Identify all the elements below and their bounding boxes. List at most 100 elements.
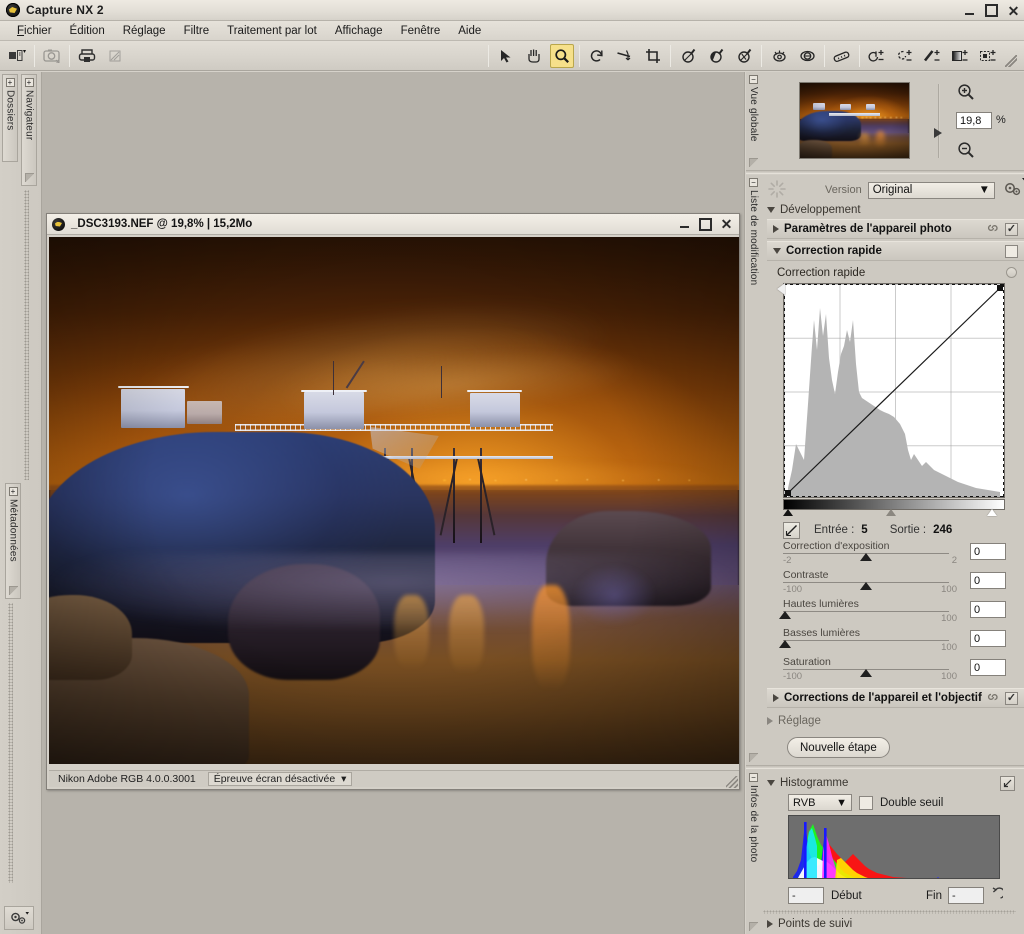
soft-proof-dropdown[interactable]: Épreuve écran désactivée ▾ bbox=[207, 772, 353, 786]
chain-link-icon[interactable] bbox=[986, 691, 1000, 706]
step-camera-lens-corrections-checkbox[interactable]: ✓ bbox=[1005, 691, 1018, 705]
edit-list-tab-column[interactable]: − Liste de modification bbox=[746, 175, 761, 765]
menu-fenetre[interactable]: Fenêtre bbox=[392, 23, 450, 39]
triangle-right-icon[interactable] bbox=[773, 225, 779, 233]
selection-pencil-icon[interactable] bbox=[921, 44, 945, 68]
development-group-header[interactable]: Développement bbox=[763, 201, 1024, 218]
step-quick-fix-checkbox[interactable] bbox=[1005, 244, 1018, 258]
expand-box-icon[interactable]: + bbox=[5, 78, 15, 87]
slider-saturation-thumb[interactable] bbox=[860, 669, 872, 677]
histogram-end-input[interactable]: - bbox=[948, 887, 984, 904]
slider-saturation-value[interactable]: 0 bbox=[970, 659, 1006, 676]
histogram-header[interactable]: Histogramme bbox=[767, 774, 1020, 792]
collapse-box-icon[interactable]: − bbox=[749, 773, 758, 782]
sidebar-tab-metadonnees[interactable]: + Métadonnées bbox=[5, 483, 21, 599]
color-control-point-icon[interactable] bbox=[732, 44, 756, 68]
resize-grip-icon[interactable] bbox=[749, 158, 758, 167]
black-point-marker[interactable] bbox=[783, 509, 793, 516]
zoom-slider-thumb[interactable] bbox=[934, 128, 942, 138]
watch-points-header[interactable]: Points de suivi bbox=[763, 915, 1016, 932]
undo-arrow-icon[interactable] bbox=[989, 887, 1006, 904]
curve-diagonal-icon[interactable] bbox=[783, 521, 800, 539]
zoom-value-input[interactable]: 19,8 bbox=[956, 112, 992, 129]
expand-box-icon[interactable]: + bbox=[24, 78, 34, 87]
camera-transfer-icon[interactable] bbox=[40, 44, 64, 68]
step-camera-lens-corrections[interactable]: Corrections de l'appareil et l'objectif … bbox=[767, 688, 1024, 708]
step-quick-fix[interactable]: Correction rapide bbox=[767, 241, 1024, 261]
slider-highlights-value[interactable]: 0 bbox=[970, 601, 1006, 618]
red-eye-icon[interactable] bbox=[767, 44, 791, 68]
direct-select-arrow-icon[interactable] bbox=[494, 44, 518, 68]
minimize-icon[interactable] bbox=[963, 4, 976, 17]
menu-fichier[interactable]: FFichier bbox=[8, 23, 61, 39]
measure-ruler-icon[interactable] bbox=[830, 44, 854, 68]
open-image-browser-icon[interactable] bbox=[5, 44, 29, 68]
pane-splitter[interactable] bbox=[746, 170, 1024, 174]
close-icon[interactable]: ✕ bbox=[720, 217, 733, 231]
version-dropdown[interactable]: Original ▼ bbox=[867, 181, 995, 199]
triangle-down-icon[interactable] bbox=[773, 248, 781, 254]
straighten-icon[interactable] bbox=[613, 44, 637, 68]
step-camera-settings[interactable]: Paramètres de l'appareil photo ✓ bbox=[767, 219, 1024, 239]
slider-shadows-thumb[interactable] bbox=[779, 640, 791, 648]
toolbar-overflow-icon[interactable] bbox=[1005, 54, 1017, 67]
maximize-icon[interactable] bbox=[985, 4, 998, 17]
white-balance-eyedropper-icon[interactable] bbox=[676, 44, 700, 68]
slider-highlights-track[interactable] bbox=[783, 611, 949, 612]
resize-grip-icon[interactable] bbox=[8, 586, 18, 595]
slider-contrast-thumb[interactable] bbox=[860, 582, 872, 590]
chain-link-icon[interactable] bbox=[986, 222, 1000, 237]
zoom-in-button[interactable] bbox=[956, 82, 976, 102]
triangle-right-icon[interactable] bbox=[767, 919, 773, 928]
slider-exposure-thumb[interactable] bbox=[860, 553, 872, 561]
image-canvas-area[interactable]: _DSC3193.NEF @ 19,8% | 15,2Mo ✕ Nikon Ad… bbox=[42, 72, 745, 934]
hand-pan-icon[interactable] bbox=[522, 44, 546, 68]
edit-list-settings-button[interactable] bbox=[1002, 177, 1024, 201]
overview-tab-column[interactable]: − Vue globale bbox=[746, 72, 761, 170]
left-dock-settings-button[interactable] bbox=[4, 906, 34, 930]
resize-grip-icon[interactable] bbox=[749, 753, 758, 762]
black-control-point-icon[interactable] bbox=[704, 44, 728, 68]
minimize-icon[interactable] bbox=[678, 218, 691, 231]
slider-shadows-track[interactable] bbox=[783, 640, 949, 641]
menu-edition[interactable]: Édition bbox=[61, 23, 114, 39]
menu-aide[interactable]: Aide bbox=[449, 23, 490, 39]
resize-grip-icon[interactable] bbox=[749, 922, 758, 931]
print-options-icon[interactable] bbox=[103, 44, 127, 68]
triangle-right-icon[interactable] bbox=[773, 694, 779, 702]
histogram-channel-dropdown[interactable]: RVB ▼ bbox=[788, 794, 852, 811]
zoom-slider[interactable] bbox=[938, 84, 940, 158]
crop-icon[interactable] bbox=[641, 44, 665, 68]
document-title-bar[interactable]: _DSC3193.NEF @ 19,8% | 15,2Mo ✕ bbox=[47, 214, 739, 235]
expand-arrow-icon[interactable] bbox=[1000, 775, 1015, 791]
adjustment-group-header[interactable]: Réglage bbox=[763, 712, 1024, 729]
slider-shadows-value[interactable]: 0 bbox=[970, 630, 1006, 647]
slider-exposure-value[interactable]: 0 bbox=[970, 543, 1006, 560]
overview-thumbnail[interactable] bbox=[799, 82, 910, 159]
menu-filtre[interactable]: Filtre bbox=[175, 23, 219, 39]
resize-grip-icon[interactable] bbox=[726, 776, 738, 788]
sidebar-tab-dossiers[interactable]: + Dossiers bbox=[2, 74, 18, 162]
double-threshold-checkbox[interactable] bbox=[859, 795, 873, 810]
auto-retouch-brush-icon[interactable] bbox=[795, 44, 819, 68]
menu-reglage[interactable]: Réglage bbox=[114, 23, 175, 39]
print-icon[interactable] bbox=[75, 44, 99, 68]
photo-info-tab-column[interactable]: − Infos de la photo bbox=[746, 770, 761, 934]
selection-brush-icon[interactable] bbox=[865, 44, 889, 68]
rgb-histogram-chart[interactable] bbox=[788, 815, 1000, 879]
maximize-icon[interactable] bbox=[699, 218, 712, 231]
menu-affichage[interactable]: Affichage bbox=[326, 23, 392, 39]
tone-curve-chart[interactable] bbox=[777, 283, 1005, 498]
lasso-selection-icon[interactable] bbox=[893, 44, 917, 68]
pane-splitter[interactable] bbox=[746, 765, 1024, 769]
fill-remove-selection-icon[interactable] bbox=[977, 44, 1001, 68]
triangle-down-icon[interactable] bbox=[767, 780, 775, 786]
slider-contrast-value[interactable]: 0 bbox=[970, 572, 1006, 589]
histogram-start-input[interactable]: - bbox=[788, 887, 824, 904]
zoom-out-button[interactable] bbox=[956, 140, 976, 160]
new-step-button[interactable]: Nouvelle étape bbox=[787, 737, 890, 758]
step-camera-settings-checkbox[interactable]: ✓ bbox=[1005, 222, 1018, 236]
curve-top-marker-icon[interactable] bbox=[777, 283, 785, 295]
menu-traitement-par-lot[interactable]: Traitement par lot bbox=[218, 23, 326, 39]
midpoint-marker[interactable] bbox=[886, 509, 896, 516]
